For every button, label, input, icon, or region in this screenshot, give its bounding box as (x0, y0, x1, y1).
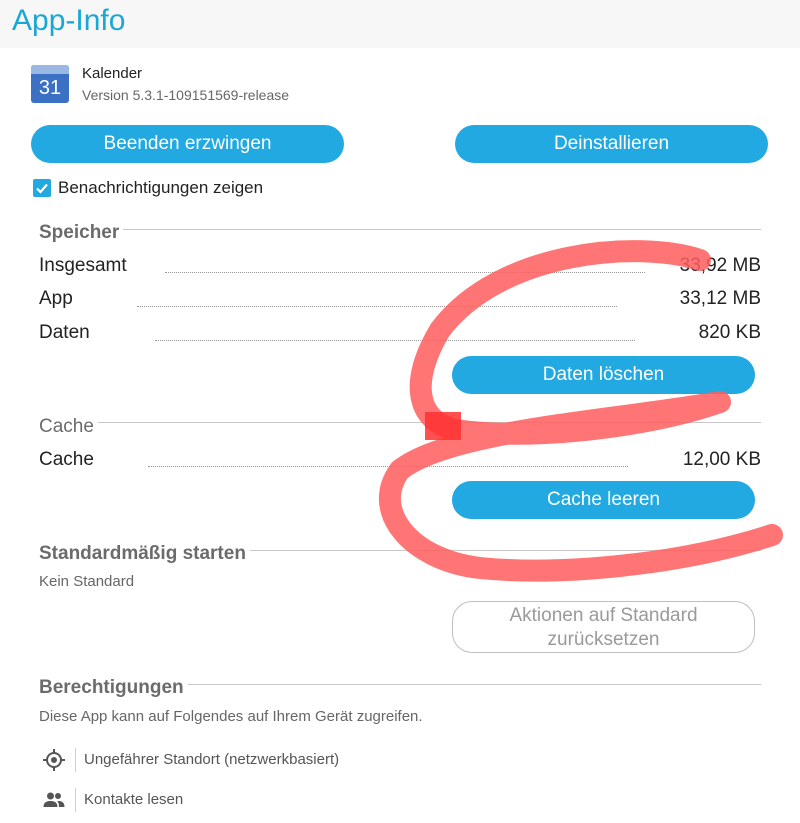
storage-total-value: 33,92 MB (679, 255, 761, 276)
notifications-label: Benachrichtigungen zeigen (58, 178, 264, 197)
permissions-section-title: Berechtigungen (39, 677, 188, 699)
dotted-leader (148, 466, 628, 467)
defaults-section-title: Standardmäßig starten (39, 543, 250, 565)
calendar-icon-top (31, 65, 69, 74)
reset-defaults-line2: zurücksetzen (547, 629, 660, 650)
reset-defaults-button: Aktionen auf Standard zurücksetzen (452, 601, 755, 653)
permissions-subtitle: Diese App kann auf Folgendes auf Ihrem G… (39, 708, 423, 725)
contacts-icon (42, 788, 66, 812)
clear-data-button[interactable]: Daten löschen (452, 356, 755, 394)
calendar-icon-day: 31 (38, 77, 62, 99)
storage-app-value: 33,12 MB (679, 288, 761, 309)
app-version: Version 5.3.1-109151569-release (82, 87, 290, 103)
storage-section-title: Speicher (39, 222, 124, 244)
cache-divider (39, 422, 761, 423)
page-title: App-Info (12, 4, 126, 37)
storage-data-value: 820 KB (698, 322, 761, 343)
calendar-app-icon: 31 (31, 65, 69, 103)
storage-data-label: Daten (39, 322, 90, 343)
permission-contacts-label: Kontakte lesen (84, 791, 184, 808)
uninstall-button[interactable]: Deinstallieren (455, 125, 768, 163)
permission-divider (75, 748, 76, 772)
permission-location-label: Ungefährer Standort (netzwerkbasiert) (84, 751, 340, 768)
cache-size-value: 12,00 KB (682, 449, 761, 470)
red-scribble-annotation (378, 240, 783, 582)
location-icon (42, 748, 66, 772)
reset-defaults-line1: Aktionen auf Standard (509, 605, 698, 626)
title-bar: App-Info (0, 0, 800, 48)
checkmark-icon (36, 183, 48, 194)
storage-app-label: App (39, 288, 73, 309)
force-stop-button[interactable]: Beenden erzwingen (31, 125, 344, 163)
permission-divider (75, 788, 76, 812)
storage-total-label: Insgesamt (39, 255, 127, 276)
cache-size-label: Cache (39, 449, 94, 470)
storage-divider (39, 229, 761, 230)
clear-cache-button[interactable]: Cache leeren (452, 481, 755, 519)
app-name: Kalender (82, 65, 143, 82)
defaults-subtitle: Kein Standard (39, 573, 135, 590)
cache-section-title: Cache (39, 416, 98, 438)
dotted-leader (137, 306, 617, 307)
notifications-checkbox[interactable] (33, 179, 51, 197)
